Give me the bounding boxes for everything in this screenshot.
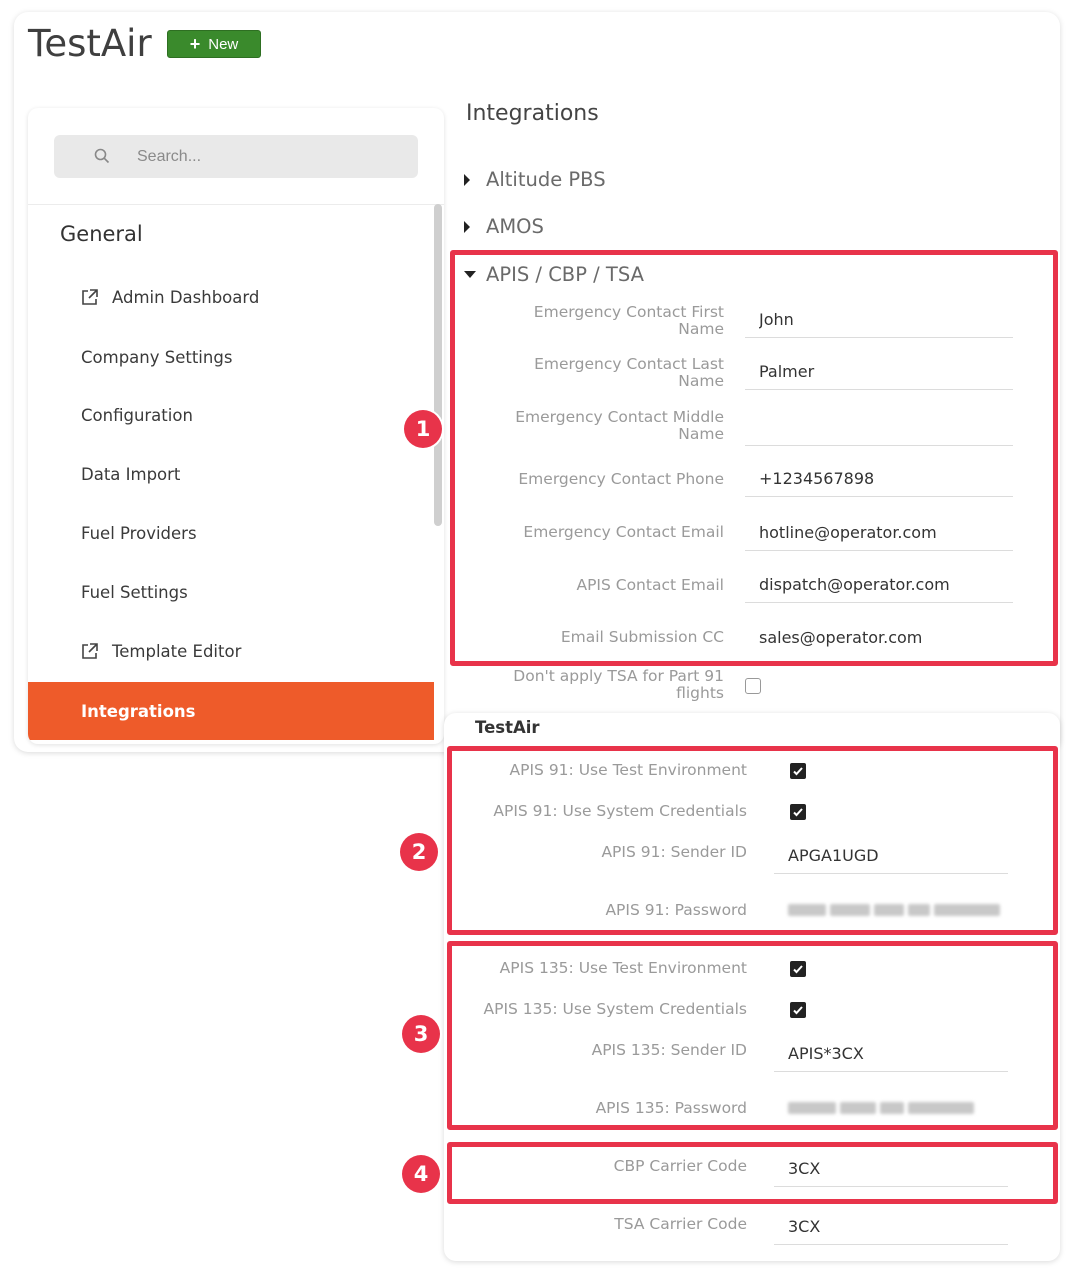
check-icon <box>793 808 803 817</box>
accordion-label: Altitude PBS <box>486 168 606 191</box>
cbp-carrier-code-field[interactable] <box>774 1151 1008 1187</box>
ec-first-name-field[interactable] <box>745 302 1013 338</box>
sidebar-scrollbar[interactable] <box>434 204 442 526</box>
field-label-apis91-password: APIS 91: Password <box>605 901 747 919</box>
apis135-sender-field[interactable] <box>774 1036 1008 1072</box>
apis91-test-env-checkbox[interactable] <box>790 763 806 779</box>
sidebar-item-label: Integrations <box>81 701 196 721</box>
ec-phone-field[interactable] <box>745 461 1013 497</box>
page-title: Integrations <box>466 101 599 126</box>
ec-middle-name-input[interactable] <box>759 418 1013 437</box>
field-label-tsa-part91: Don't apply TSA for Part 91 flights <box>513 667 724 702</box>
sidebar-item-label: Admin Dashboard <box>112 287 260 307</box>
annotation-badge-4: 4 <box>402 1155 440 1193</box>
external-link-icon <box>80 288 99 307</box>
ec-first-name-input[interactable] <box>759 310 1013 329</box>
field-label-apis135-password: APIS 135: Password <box>595 1099 747 1117</box>
check-icon <box>793 965 803 974</box>
annotation-badge-2: 2 <box>400 833 438 871</box>
ec-last-name-field[interactable] <box>745 354 1013 390</box>
apis-contact-email-input[interactable] <box>759 575 1013 594</box>
tsa-carrier-code-input[interactable] <box>788 1217 1008 1236</box>
accordion-apis-cbp-tsa[interactable]: APIS / CBP / TSA <box>464 263 644 286</box>
accordion-altitude-pbs[interactable]: Altitude PBS <box>464 168 606 191</box>
app-title: TestAir <box>28 22 152 65</box>
tsa-carrier-code-field[interactable] <box>774 1209 1008 1245</box>
apis91-sender-input[interactable] <box>788 846 1008 865</box>
sidebar-item-label: Template Editor <box>112 641 242 661</box>
apis135-test-env-checkbox[interactable] <box>790 961 806 977</box>
plus-icon: + <box>189 34 201 54</box>
annotation-badge-1: 1 <box>404 410 442 448</box>
sidebar-item-fuel-settings[interactable]: Fuel Settings <box>28 570 434 614</box>
field-label-apis91-test: APIS 91: Use Test Environment <box>509 761 747 779</box>
field-label-tsa: TSA Carrier Code <box>614 1215 747 1233</box>
apis-contact-email-field[interactable] <box>745 567 1013 603</box>
caret-down-icon <box>464 271 476 278</box>
ec-email-input[interactable] <box>759 523 1013 542</box>
apis135-sys-cred-checkbox[interactable] <box>790 1002 806 1018</box>
field-label-email-cc: Email Submission CC <box>560 628 724 646</box>
field-label-apis135-test: APIS 135: Use Test Environment <box>499 959 747 977</box>
field-label-apis-contact-email: APIS Contact Email <box>576 576 724 594</box>
field-label-ec-email: Emergency Contact Email <box>523 523 724 541</box>
apis135-sender-input[interactable] <box>788 1044 1008 1063</box>
sidebar-item-label: Configuration <box>81 405 193 425</box>
email-cc-input[interactable] <box>759 627 1013 647</box>
sidebar-item-label: Fuel Providers <box>81 523 197 543</box>
sidebar-item-label: Company Settings <box>81 347 233 367</box>
sidebar-item-integrations[interactable]: Integrations <box>28 682 434 740</box>
field-label-cbp: CBP Carrier Code <box>613 1157 747 1175</box>
sidebar-item-data-import[interactable]: Data Import <box>28 452 434 496</box>
search-input[interactable] <box>137 147 397 166</box>
sidebar-item-template-editor[interactable]: Template Editor <box>28 629 434 673</box>
new-button-label: New <box>208 35 239 53</box>
tsa-part91-checkbox[interactable] <box>745 678 761 694</box>
sidebar-item-configuration[interactable]: Configuration <box>28 393 434 437</box>
sidebar-item-label: Fuel Settings <box>81 582 188 602</box>
accordion-label: AMOS <box>486 215 544 238</box>
sidebar-item-fuel-providers[interactable]: Fuel Providers <box>28 511 434 555</box>
field-label-apis91-cred: APIS 91: Use System Credentials <box>493 802 747 820</box>
new-button[interactable]: + New <box>167 30 261 58</box>
field-label-apis135-sender: APIS 135: Sender ID <box>591 1041 747 1059</box>
sidebar-item-admin-dashboard[interactable]: Admin Dashboard <box>28 275 434 319</box>
apis91-sender-field[interactable] <box>774 838 1008 874</box>
ec-last-name-input[interactable] <box>759 362 1013 381</box>
sidebar: General Admin Dashboard Company Settings… <box>28 108 444 744</box>
apis91-sys-cred-checkbox[interactable] <box>790 804 806 820</box>
field-label-apis91-sender: APIS 91: Sender ID <box>601 843 747 861</box>
sidebar-divider <box>28 204 444 205</box>
field-label-ec-last: Emergency Contact Last Name <box>534 355 724 390</box>
apis135-password-field[interactable] <box>788 1099 974 1117</box>
field-label-ec-middle: Emergency Contact Middle Name <box>515 408 724 443</box>
apis91-password-field[interactable] <box>788 901 1000 919</box>
search-box[interactable] <box>54 135 418 178</box>
check-icon <box>793 1006 803 1015</box>
check-icon <box>793 767 803 776</box>
sidebar-item-company-settings[interactable]: Company Settings <box>28 335 434 379</box>
search-icon <box>94 148 110 164</box>
operator-heading: TestAir <box>475 718 540 737</box>
section-heading-general: General <box>60 222 143 246</box>
field-label-ec-first: Emergency Contact First Name <box>533 303 724 338</box>
ec-middle-name-field[interactable] <box>745 410 1013 446</box>
ec-email-field[interactable] <box>745 515 1013 551</box>
accordion-amos[interactable]: AMOS <box>464 215 544 238</box>
ec-phone-input[interactable] <box>759 469 1013 488</box>
email-cc-field[interactable] <box>745 619 1013 655</box>
sidebar-item-label: Data Import <box>81 464 181 484</box>
caret-right-icon <box>464 220 470 233</box>
caret-right-icon <box>464 173 470 186</box>
cbp-carrier-code-input[interactable] <box>788 1159 1008 1178</box>
annotation-badge-3: 3 <box>402 1015 440 1053</box>
field-label-apis135-cred: APIS 135: Use System Credentials <box>483 1000 748 1018</box>
field-label-ec-phone: Emergency Contact Phone <box>518 470 724 488</box>
accordion-label: APIS / CBP / TSA <box>486 263 644 286</box>
external-link-icon <box>80 642 99 661</box>
